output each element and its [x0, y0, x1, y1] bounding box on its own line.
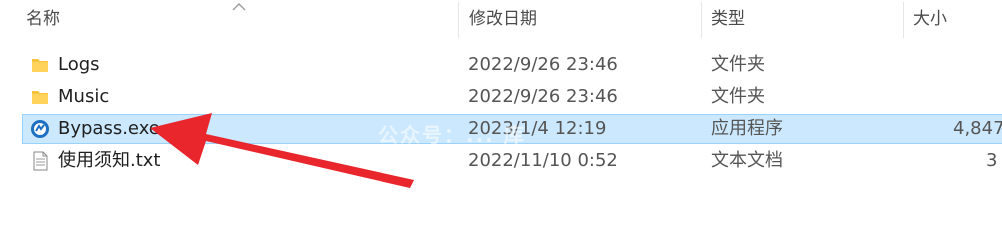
file-name: Music — [58, 86, 110, 107]
file-name: Logs — [58, 54, 100, 75]
app-icon — [31, 120, 49, 138]
file-size: 4,847 — [953, 118, 1002, 139]
column-header-name[interactable]: 名称 — [26, 0, 60, 42]
file-type: 文本文档 — [711, 150, 783, 171]
file-modified: 2022/9/26 23:46 — [468, 86, 618, 107]
file-name: 使用须知.txt — [58, 150, 161, 171]
column-header-bar: 名称 修改日期 类型 大小 — [0, 0, 1002, 42]
file-row-logs[interactable]: Logs 2022/9/26 23:46 文件夹 — [22, 50, 1002, 80]
file-type: 文件夹 — [711, 86, 765, 107]
column-header-size[interactable]: 大小 — [913, 0, 947, 42]
text-file-icon — [33, 151, 48, 171]
folder-icon — [32, 59, 48, 72]
sort-ascending-icon — [232, 3, 246, 11]
column-header-modified[interactable]: 修改日期 — [469, 0, 537, 42]
column-divider[interactable] — [903, 2, 904, 38]
file-modified: 2022/11/10 0:52 — [468, 150, 618, 171]
file-row-music[interactable]: Music 2022/9/26 23:46 文件夹 — [22, 82, 1002, 112]
file-type: 应用程序 — [711, 118, 783, 139]
column-header-type[interactable]: 类型 — [711, 0, 745, 42]
column-divider[interactable] — [701, 2, 702, 38]
file-name: Bypass.exe — [58, 118, 160, 139]
file-type: 文件夹 — [711, 54, 765, 75]
watermark: 公众号：... 库 — [378, 123, 526, 147]
file-row-readme-txt[interactable]: 使用须知.txt 2022/11/10 0:52 文本文档 3 — [22, 146, 1002, 176]
file-modified: 2022/9/26 23:46 — [468, 54, 618, 75]
folder-icon — [32, 91, 48, 104]
file-explorer: 名称 修改日期 类型 大小 Logs 2022/9/26 23:46 文件夹 M… — [0, 0, 1002, 248]
column-divider[interactable] — [458, 2, 459, 38]
file-size: 3 — [986, 150, 998, 171]
